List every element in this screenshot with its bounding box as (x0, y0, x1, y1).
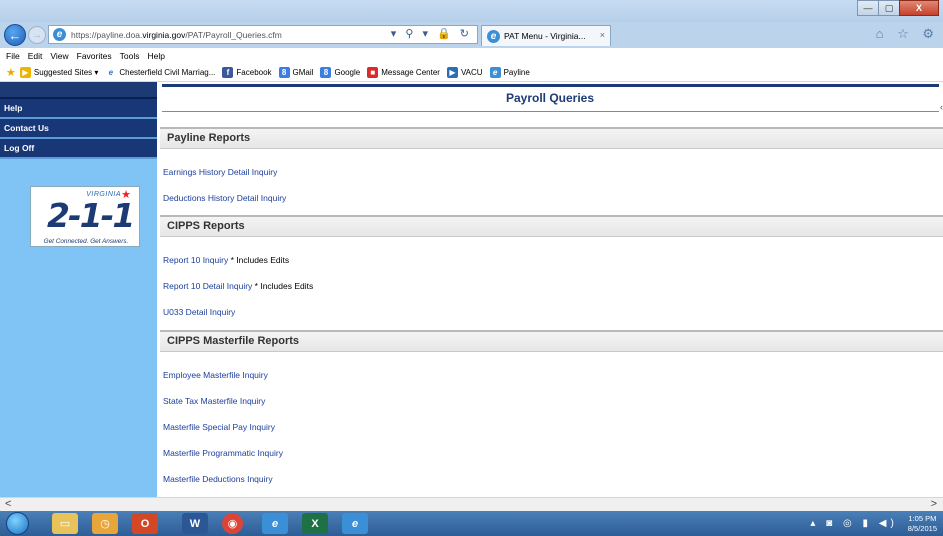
menu-tools[interactable]: Tools (120, 51, 140, 61)
section-header-cipps-reports: CIPPS Reports (160, 215, 943, 237)
ie-suggested-icon: ▶ (19, 66, 31, 78)
scroll-left-button[interactable]: < (5, 498, 11, 510)
link-deductions-history-detail-inquiry[interactable]: Deductions History Detail Inquiry (163, 193, 286, 203)
ie-icon[interactable]: e (262, 513, 288, 534)
tab-title: PAT Menu - Virginia... (504, 31, 586, 41)
google-icon: 8 (320, 66, 332, 78)
address-url[interactable]: https://payline.doa.virginia.gov/PAT/Pay… (71, 30, 282, 40)
google-icon: 8 (278, 66, 290, 78)
window-titlebar: — ▢ X (0, 0, 943, 22)
address-tools-icons[interactable]: ▾ ⚲ ▾ 🔒 ↻ (391, 27, 472, 40)
top-divider (162, 84, 939, 87)
maximize-button[interactable]: ▢ (878, 0, 900, 16)
link-masterfile-programmatic-inquiry[interactable]: Masterfile Programmatic Inquiry (163, 448, 283, 458)
chrome-icon[interactable]: ◉ (222, 513, 243, 534)
horizontal-scrollbar[interactable]: < > (0, 497, 943, 511)
main-content: Payroll Queries ‹ Payline Reports Earnin… (157, 82, 943, 497)
sidebar-item-log-off[interactable]: Log Off (0, 139, 157, 159)
window-controls: — ▢ X (857, 0, 939, 16)
tray-icons[interactable]: ▴ ◙ ◎ ▮ ◀) (810, 518, 897, 529)
excel-icon[interactable]: X (302, 513, 328, 534)
forward-button[interactable]: → (28, 26, 46, 44)
address-bar[interactable]: e https://payline.doa.virginia.gov/PAT/P… (48, 25, 478, 44)
logo-number: 2-1-1 (47, 196, 135, 235)
menu-edit[interactable]: Edit (28, 51, 43, 61)
sidebar-item-help[interactable]: Help (0, 99, 157, 119)
fav-facebook[interactable]: f Facebook (222, 66, 272, 78)
title-divider (162, 111, 939, 112)
link-masterfile-special-pay-inquiry[interactable]: Masterfile Special Pay Inquiry (163, 422, 275, 432)
tab-pat-menu[interactable]: e PAT Menu - Virginia... × (481, 25, 611, 46)
link-state-tax-masterfile-inquiry[interactable]: State Tax Masterfile Inquiry (163, 396, 265, 406)
fav-suggested-sites[interactable]: ▶ Suggested Sites ▾ (19, 66, 98, 78)
facebook-icon: f (222, 66, 234, 78)
windows-explorer-icon[interactable]: ▭ (52, 513, 78, 534)
clock[interactable]: 1:05 PM 8/5/2015 (908, 514, 937, 534)
fav-gmail[interactable]: 8 GMail (278, 66, 313, 78)
ie-active-icon[interactable]: e (342, 513, 368, 534)
home-favorites-settings-icons[interactable]: ⌂ ☆ ⚙ (876, 26, 939, 42)
sidebar: Help Contact Us Log Off VIRGINIA ★ 2-1-1… (0, 82, 157, 497)
browser-navbar: ← → e https://payline.doa.virginia.gov/P… (0, 22, 943, 48)
powerpoint-icon[interactable]: O (132, 513, 158, 534)
clock-time: 1:05 PM (908, 513, 937, 523)
ie-tab-icon: e (487, 29, 500, 43)
system-tray: ▴ ◙ ◎ ▮ ◀) 1:05 PM 8/5/2015 (738, 511, 943, 536)
message-center-icon: ■ (367, 66, 379, 78)
minimize-button[interactable]: — (857, 0, 879, 16)
link-u033-detail-inquiry[interactable]: U033 Detail Inquiry (163, 307, 235, 317)
virginia-211-logo[interactable]: VIRGINIA ★ 2-1-1 Get Connected. Get Answ… (30, 186, 140, 247)
fav-google[interactable]: 8 Google (320, 66, 360, 78)
outlook-icon[interactable]: ◷ (92, 513, 118, 534)
link-report-10-inquiry[interactable]: Report 10 Inquiry * Includes Edits (163, 255, 289, 265)
fav-chesterfield[interactable]: e Chesterfield Civil Marriag... (105, 66, 215, 78)
ev-icon: e (105, 66, 117, 78)
sidebar-top-item-cutoff (0, 82, 157, 99)
menu-help[interactable]: Help (147, 51, 164, 61)
page-title: Payroll Queries (505, 91, 595, 105)
link-masterfile-deductions-inquiry[interactable]: Masterfile Deductions Inquiry (163, 474, 273, 484)
menu-view[interactable]: View (50, 51, 68, 61)
favorites-star-icon[interactable]: ★ (6, 66, 16, 79)
link-employee-masterfile-inquiry[interactable]: Employee Masterfile Inquiry (163, 370, 268, 380)
favorites-bar: ★ ▶ Suggested Sites ▾ e Chesterfield Civil… (0, 63, 943, 82)
back-button[interactable]: ← (4, 24, 26, 46)
menu-favorites[interactable]: Favorites (77, 51, 112, 61)
fav-vacu[interactable]: ▶ VACU (446, 66, 483, 78)
word-icon[interactable]: W (182, 513, 208, 534)
section-header-cipps-masterfile-reports: CIPPS Masterfile Reports (160, 330, 943, 352)
menu-file[interactable]: File (6, 51, 20, 61)
logo-tagline: Get Connected. Get Answers. (43, 238, 129, 245)
vacu-icon: ▶ (446, 66, 458, 78)
windows-taskbar: ▭ ◷ O W ◉ e X e ▴ ◙ ◎ ▮ ◀) 1:05 PM 8/5/2… (0, 511, 943, 536)
ie-page-icon: e (53, 28, 66, 41)
ie-icon: e (489, 66, 501, 78)
close-window-button[interactable]: X (899, 0, 939, 16)
fav-message-center[interactable]: ■ Message Center (367, 66, 440, 78)
tab-close-icon[interactable]: × (600, 30, 605, 40)
menu-bar: File Edit View Favorites Tools Help (0, 48, 943, 63)
fav-payline[interactable]: e Payline (489, 66, 530, 78)
scroll-right-button[interactable]: > (931, 498, 937, 510)
sidebar-item-contact-us[interactable]: Contact Us (0, 119, 157, 139)
clock-date: 8/5/2015 (907, 523, 937, 533)
start-button[interactable] (6, 512, 29, 535)
section-header-payline-reports: Payline Reports (160, 127, 943, 149)
link-report-10-detail-inquiry[interactable]: Report 10 Detail Inquiry * Includes Edit… (163, 281, 313, 291)
link-earnings-history-detail-inquiry[interactable]: Earnings History Detail Inquiry (163, 167, 277, 177)
